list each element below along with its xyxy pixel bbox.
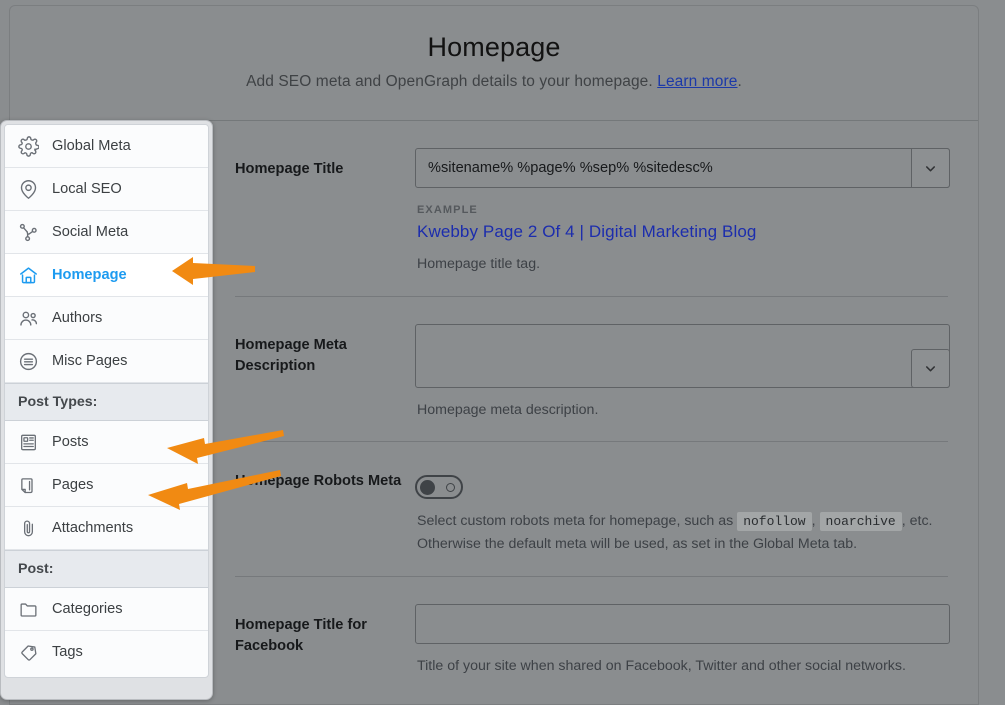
sidebar-item-label: Authors <box>52 309 103 326</box>
sidebar-item-label: Tags <box>52 644 83 661</box>
subtitle-text: Add SEO meta and OpenGraph details to yo… <box>246 73 653 90</box>
list-circle-icon <box>18 351 39 372</box>
chevron-down-icon <box>923 161 938 176</box>
gear-icon <box>18 135 39 157</box>
field-label: Homepage Meta Description <box>235 336 347 374</box>
sidebar-item-social-meta[interactable]: Social Meta <box>5 211 208 254</box>
users-icon <box>18 308 39 329</box>
field-control: Homepage meta description. <box>415 323 950 422</box>
field-help-text: Homepage meta description. <box>417 401 599 418</box>
code-noarchive: noarchive <box>819 512 902 532</box>
homepage-meta-description-combo <box>415 323 950 388</box>
sidebar-item-homepage[interactable]: Homepage <box>5 254 208 297</box>
example-label: EXAMPLE <box>417 204 478 216</box>
sidebar-item-label: Social Meta <box>52 223 129 240</box>
settings-content: Homepage Title EXAMPLE Kwebby Page 2 Of … <box>213 121 970 700</box>
learn-more-link[interactable]: Learn more <box>657 73 737 90</box>
homepage-robots-meta-toggle[interactable] <box>415 475 463 500</box>
subtitle-period: . <box>737 73 742 90</box>
toggle-off-ring-icon <box>446 482 455 492</box>
newspaper-icon <box>18 432 39 453</box>
folder-icon <box>18 599 39 620</box>
sidebar-item-attachments[interactable]: Attachments <box>5 507 208 550</box>
field-control: Title of your site when shared on Facebo… <box>415 603 950 678</box>
field-help-text: Select custom robots meta for homepage, … <box>417 510 948 556</box>
tag-icon <box>18 642 39 663</box>
field-label: Homepage Title <box>235 161 344 177</box>
help-part-2: , <box>811 513 816 530</box>
map-pin-icon <box>18 179 39 200</box>
homepage-title-input[interactable] <box>415 148 950 188</box>
share-nodes-icon <box>18 222 39 243</box>
field-label: Homepage Title for Facebook <box>235 616 367 655</box>
paperclip-icon <box>18 518 39 539</box>
chevron-down-icon <box>923 361 938 376</box>
field-label: Homepage Robots Meta <box>235 473 402 490</box>
field-homepage-title-facebook: Homepage Title for Facebook Title of you… <box>235 577 950 698</box>
example-value: Kwebby Page 2 Of 4 | Digital Marketing B… <box>417 222 757 241</box>
sidebar-item-label: Attachments <box>52 519 134 536</box>
toggle-knob <box>420 479 435 495</box>
homepage-title-facebook-input[interactable] <box>415 603 950 644</box>
page-header: Homepage Add SEO meta and OpenGraph deta… <box>10 6 978 121</box>
home-icon <box>18 265 39 286</box>
sidebar-item-tags[interactable]: Tags <box>5 631 208 674</box>
sidebar-item-local-seo[interactable]: Local SEO <box>5 168 208 211</box>
sidebar-item-authors[interactable]: Authors <box>5 297 208 340</box>
page-subtitle: Add SEO meta and OpenGraph details to yo… <box>10 73 978 91</box>
field-homepage-title: Homepage Title EXAMPLE Kwebby Page 2 Of … <box>235 121 950 297</box>
sidebar-item-posts[interactable]: Posts <box>5 421 208 464</box>
sidebar-item-label: Misc Pages <box>52 352 128 369</box>
help-part-1: Select custom robots meta for homepage, … <box>417 513 734 530</box>
sidebar-item-categories[interactable]: Categories <box>5 588 208 631</box>
code-nofollow: nofollow <box>737 512 812 532</box>
sidebar-item-label: Pages <box>52 476 94 493</box>
field-homepage-meta-description: Homepage Meta Description Homepage meta … <box>235 297 950 443</box>
sidebar-item-pages[interactable]: Pages <box>5 464 208 507</box>
sidebar-item-label: Categories <box>52 600 123 617</box>
homepage-title-combo <box>415 148 950 188</box>
sidebar-section-post: Post: <box>5 550 208 588</box>
field-control: Select custom robots meta for homepage, … <box>415 469 948 556</box>
sidebar-item-misc-pages[interactable]: Misc Pages <box>5 340 208 383</box>
page-title: Homepage <box>427 32 561 62</box>
sidebar-section-post-types: Post Types: <box>5 383 208 421</box>
page-icon <box>18 475 39 496</box>
sidebar-item-label: Homepage <box>52 266 127 283</box>
field-homepage-robots-meta: Homepage Robots Meta Select custom robot… <box>235 442 948 577</box>
homepage-meta-description-input[interactable] <box>415 323 950 388</box>
homepage-title-dropdown-button[interactable] <box>911 148 950 188</box>
sidebar-item-label: Local SEO <box>52 180 122 197</box>
homepage-meta-description-dropdown-button[interactable] <box>911 348 950 388</box>
sidebar-item-label: Posts <box>52 433 89 450</box>
field-control: EXAMPLE Kwebby Page 2 Of 4 | Digital Mar… <box>415 148 950 276</box>
settings-sidebar: Global Meta Local SEO Social Meta Homepa… <box>0 120 213 700</box>
sidebar-item-label: Global Meta <box>52 137 131 154</box>
sidebar-item-global-meta[interactable]: Global Meta <box>5 125 208 168</box>
field-help-text: Homepage title tag. <box>417 256 541 272</box>
sidebar-nav-list: Global Meta Local SEO Social Meta Homepa… <box>4 124 209 678</box>
field-help-text: Title of your site when shared on Facebo… <box>417 657 906 674</box>
